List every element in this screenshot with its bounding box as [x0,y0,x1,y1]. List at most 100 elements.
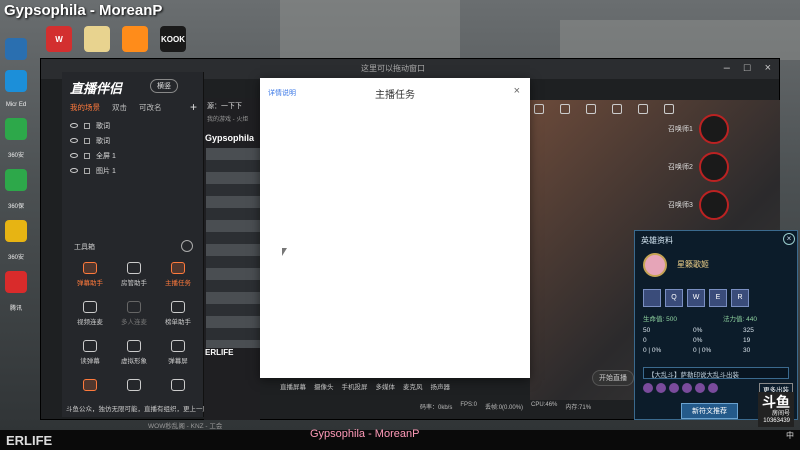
scene-tabs: 我的场景 双击 可改名 [70,102,162,113]
stat-value: 50 [643,327,651,334]
mode-toggle[interactable]: 横竖 [150,79,178,93]
mouse-cursor-icon [282,248,290,256]
app-orange-icon[interactable] [122,26,148,52]
tool-icon [127,379,141,391]
tool-room-manager[interactable]: 房管助手 [112,262,156,287]
eye-icon[interactable] [70,138,78,143]
watermark-brand: 斗鱼 [762,394,790,410]
tab-double-click[interactable]: 双击 [112,102,127,113]
slot-2[interactable]: 召唤师2 [668,152,729,182]
lock-icon[interactable] [84,137,90,144]
scene-sub: 我的游戏 - 火炬 [207,117,249,123]
watermark-sub: 房间号 [771,410,790,417]
stream-title-overlay: Gypsophila - MoreanP [310,428,420,440]
minimize-icon[interactable]: – [724,62,730,74]
ime-indicator[interactable]: 中 [786,430,794,441]
settings-icon[interactable] [638,104,648,114]
kook-icon[interactable]: KOOK [160,26,186,52]
source-mic[interactable]: 麦克风 [403,381,423,391]
skill-e[interactable]: E [709,289,727,307]
lock-icon[interactable] [84,152,90,159]
slot-circle [698,114,729,144]
lock-icon[interactable] [84,167,90,174]
slot-1[interactable]: 召唤师1 [668,114,729,144]
skill-q[interactable]: Q [665,289,683,307]
item-row [643,383,718,393]
build-selector[interactable]: 【大乱斗】萨勒印说大乱斗出装 [643,367,789,379]
edge-icon[interactable] [5,70,27,92]
eye-icon[interactable] [70,123,78,128]
add-source-icon[interactable]: + [190,100,197,114]
mini-preview [206,148,260,348]
taskbar-erlife: ERLIFE [6,433,53,448]
dock-label-360-guard: 360安 [7,255,24,261]
tool-extra-1[interactable] [68,379,112,391]
tool-avatar[interactable]: 虚拟形象 [112,340,156,365]
maximize-icon[interactable]: □ [744,62,751,74]
danmu-icon [83,262,97,274]
lock-icon[interactable] [84,122,90,129]
files-icon[interactable] [84,26,110,52]
source-screen[interactable]: 直播屏幕 [280,381,306,391]
layout-icon[interactable] [534,104,544,114]
hero-panel-title: 英雄资料 [641,236,673,245]
video-icon [83,301,97,313]
stat-value: 0% [693,337,703,344]
tool-video-link[interactable]: 视频连麦 [68,301,112,326]
wps-icon[interactable]: W [46,26,72,52]
eye-icon[interactable] [70,168,78,173]
task-icon [171,262,185,274]
tab-my-scene[interactable]: 我的场景 [70,102,100,113]
source-camera[interactable]: 摄像头 [314,381,334,391]
360-icon[interactable] [5,118,27,140]
close-icon[interactable]: × [514,85,520,97]
close-icon[interactable]: × [783,233,795,245]
tool-read-danmu[interactable]: 读弹幕 [68,340,112,365]
source-speaker[interactable]: 扬声器 [431,381,451,391]
source-item[interactable]: 图片 1 [70,163,198,178]
start-live-button[interactable]: 开始直播 [592,370,634,386]
tool-extra-2[interactable] [112,379,156,391]
close-icon[interactable]: × [765,62,771,74]
eye-icon[interactable] [70,153,78,158]
skill-w[interactable]: W [687,289,705,307]
source-item[interactable]: 全屏 1 [70,148,198,163]
tool-danmu-helper[interactable]: 弹幕助手 [68,262,112,287]
tool-extra-3[interactable] [156,379,200,391]
drag-hint: 这里可以拖动窗口 [361,64,425,73]
screen-icon [171,340,185,352]
skill-passive[interactable] [643,289,661,307]
stat-value: 19 [743,337,751,344]
desktop-shortcut-icon[interactable] [5,38,27,60]
source-item[interactable]: 歌词 [70,118,198,133]
watermark-room: 10363439 [763,417,790,424]
slot-3[interactable]: 召唤师3 [668,190,729,220]
share-icon[interactable] [664,104,674,114]
tool-danmu-screen[interactable]: 弹幕屏 [156,340,200,365]
overlay-title: Gypsophila [205,133,255,143]
rune-recommend-button[interactable]: 新符文推荐 [681,403,738,419]
tool-leaderboard[interactable]: 榜单助手 [156,301,200,326]
lock-icon[interactable] [560,104,570,114]
source-list: 歌词 歌词 全屏 1 图片 1 [70,118,198,178]
tab-rename[interactable]: 可改名 [139,102,162,113]
dock-label-360: 360安 [7,153,24,159]
tool-streamer-task[interactable]: 主播任务 [156,262,200,287]
360-guard-icon[interactable] [5,220,27,242]
360-safe-icon[interactable] [5,169,27,191]
dock-label-edge: Micr Ed [5,102,27,108]
tool-multi-link[interactable]: 多人连麦 [112,301,156,326]
stat-value: 325 [743,327,754,334]
hero-name: 星籁歌姬 [677,260,709,269]
toolbox-toggle-icon[interactable] [181,240,193,252]
streaming-assistant-panel: 直播伴侣 横竖 我的场景 双击 可改名 + 歌词 歌词 全屏 1 图片 1 工具… [62,72,216,417]
source-media[interactable]: 多媒体 [376,381,396,391]
bell-icon[interactable] [612,104,622,114]
tencent-icon[interactable] [5,271,27,293]
source-phone[interactable]: 手机投屏 [342,381,368,391]
desktop-icon-row: W KOOK [46,26,186,52]
source-item[interactable]: 歌词 [70,133,198,148]
stat-value: 0 [643,337,647,344]
grid-icon[interactable] [586,104,596,114]
skill-r[interactable]: R [731,289,749,307]
